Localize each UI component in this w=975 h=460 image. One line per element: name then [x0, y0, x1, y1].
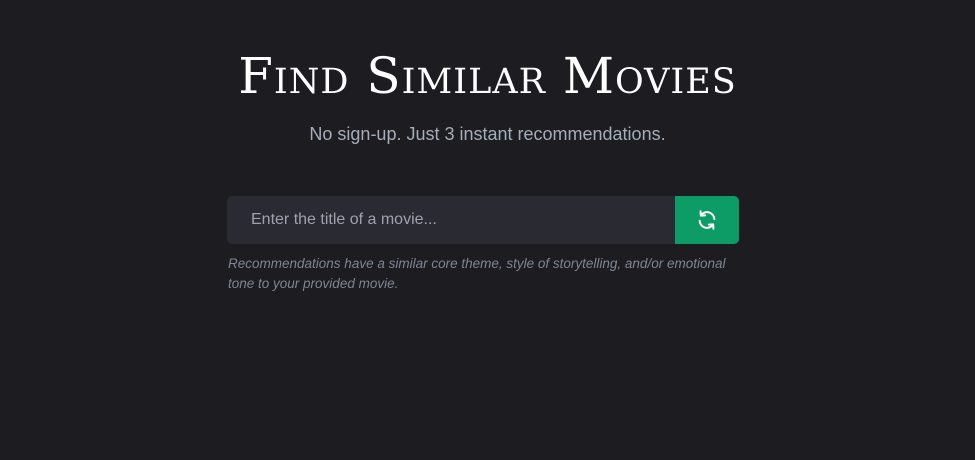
page: Find Similar Movies No sign-up. Just 3 i… [0, 0, 975, 460]
search-button[interactable] [675, 196, 739, 244]
page-title: Find Similar Movies [238, 47, 737, 105]
page-subtitle: No sign-up. Just 3 instant recommendatio… [309, 124, 666, 144]
helper-text: Recommendations have a similar core them… [228, 256, 726, 291]
movie-title-input[interactable] [227, 196, 675, 244]
refresh-icon [696, 209, 718, 231]
search-bar [227, 196, 739, 244]
